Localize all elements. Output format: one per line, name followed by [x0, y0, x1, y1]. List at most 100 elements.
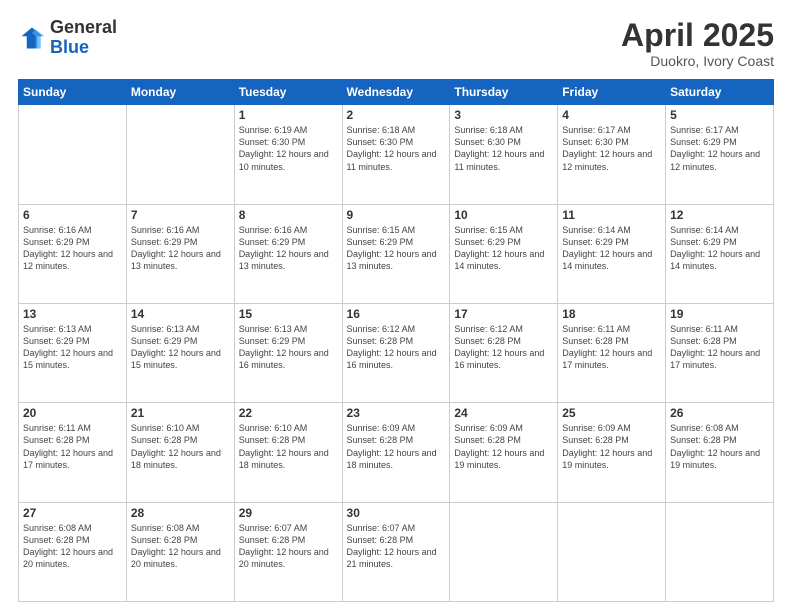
day-number: 22 [239, 406, 338, 420]
logo: General Blue [18, 18, 117, 58]
calendar-cell: 13Sunrise: 6:13 AMSunset: 6:29 PMDayligh… [19, 303, 127, 402]
day-info: Sunrise: 6:19 AMSunset: 6:30 PMDaylight:… [239, 124, 338, 173]
day-number: 5 [670, 108, 769, 122]
day-info: Sunrise: 6:16 AMSunset: 6:29 PMDaylight:… [239, 224, 338, 273]
calendar-cell: 6 Sunrise: 6:16 AMSunset: 6:29 PMDaylight… [19, 204, 127, 303]
day-number: 14 [131, 307, 230, 321]
calendar-cell: 22 Sunrise: 6:10 AMSunset: 6:28 PMDayligh… [234, 403, 342, 502]
calendar-cell: 3 Sunrise: 6:18 AMSunset: 6:30 PMDaylight… [450, 105, 558, 204]
day-info: Sunrise: 6:15 AMSunset: 6:29 PMDaylight:… [454, 224, 553, 273]
day-info: Sunrise: 6:10 AMSunset: 6:28 PMDaylight:… [131, 422, 230, 471]
day-info: Sunrise: 6:07 AMSunset: 6:28 PMDaylight:… [239, 522, 338, 571]
day-info: Sunrise: 6:09 AMSunset: 6:28 PMDaylight:… [562, 422, 661, 471]
calendar-cell: 29Sunrise: 6:07 AMSunset: 6:28 PMDayligh… [234, 502, 342, 601]
calendar-cell: 18 Sunrise: 6:11 AMSunset: 6:28 PMDayligh… [558, 303, 666, 402]
day-info: Sunrise: 6:17 AMSunset: 6:30 PMDaylight:… [562, 124, 661, 173]
day-number: 9 [347, 208, 446, 222]
logo-text: General Blue [50, 18, 117, 58]
day-number: 25 [562, 406, 661, 420]
calendar-cell: 11 Sunrise: 6:14 AMSunset: 6:29 PMDayligh… [558, 204, 666, 303]
day-header-wednesday: Wednesday [342, 80, 450, 105]
day-header-thursday: Thursday [450, 80, 558, 105]
day-number: 20 [23, 406, 122, 420]
week-row-5: 27 Sunrise: 6:08 AMSunset: 6:28 PMDayligh… [19, 502, 774, 601]
day-info: Sunrise: 6:14 AMSunset: 6:29 PMDaylight:… [562, 224, 661, 273]
calendar-cell: 27 Sunrise: 6:08 AMSunset: 6:28 PMDayligh… [19, 502, 127, 601]
calendar-cell: 7Sunrise: 6:16 AMSunset: 6:29 PMDaylight… [126, 204, 234, 303]
calendar-cell [666, 502, 774, 601]
day-number: 4 [562, 108, 661, 122]
calendar-cell: 17Sunrise: 6:12 AMSunset: 6:28 PMDayligh… [450, 303, 558, 402]
day-info: Sunrise: 6:08 AMSunset: 6:28 PMDaylight:… [670, 422, 769, 471]
day-number: 10 [454, 208, 553, 222]
logo-icon [18, 24, 46, 52]
day-number: 16 [347, 307, 446, 321]
day-number: 6 [23, 208, 122, 222]
calendar-cell [450, 502, 558, 601]
calendar-cell: 9 Sunrise: 6:15 AMSunset: 6:29 PMDaylight… [342, 204, 450, 303]
calendar-cell: 21 Sunrise: 6:10 AMSunset: 6:28 PMDayligh… [126, 403, 234, 502]
day-number: 17 [454, 307, 553, 321]
day-info: Sunrise: 6:11 AMSunset: 6:28 PMDaylight:… [670, 323, 769, 372]
logo-general: General [50, 18, 117, 38]
day-header-saturday: Saturday [666, 80, 774, 105]
calendar-cell: 12 Sunrise: 6:14 AMSunset: 6:29 PMDayligh… [666, 204, 774, 303]
logo-blue: Blue [50, 38, 117, 58]
day-info: Sunrise: 6:09 AMSunset: 6:28 PMDaylight:… [347, 422, 446, 471]
day-info: Sunrise: 6:07 AMSunset: 6:28 PMDaylight:… [347, 522, 446, 571]
week-row-4: 20 Sunrise: 6:11 AMSunset: 6:28 PMDayligh… [19, 403, 774, 502]
day-number: 30 [347, 506, 446, 520]
day-number: 13 [23, 307, 122, 321]
calendar-cell [558, 502, 666, 601]
week-row-3: 13 Sunrise: 6:13 AMSunset: 6:29 PMDayligh… [19, 303, 774, 402]
calendar-cell [19, 105, 127, 204]
calendar-cell: 15Sunrise: 6:13 AMSunset: 6:29 PMDayligh… [234, 303, 342, 402]
calendar-cell [126, 105, 234, 204]
day-number: 27 [23, 506, 122, 520]
calendar-cell: 4 Sunrise: 6:17 AMSunset: 6:30 PMDaylight… [558, 105, 666, 204]
day-info: Sunrise: 6:12 AMSunset: 6:28 PMDaylight:… [347, 323, 446, 372]
day-header-sunday: Sunday [19, 80, 127, 105]
day-number: 24 [454, 406, 553, 420]
calendar-cell: 30 Sunrise: 6:07 AMSunset: 6:28 PMDayligh… [342, 502, 450, 601]
calendar-cell: 1 Sunrise: 6:19 AMSunset: 6:30 PMDaylight… [234, 105, 342, 204]
day-info: Sunrise: 6:18 AMSunset: 6:30 PMDaylight:… [347, 124, 446, 173]
week-row-2: 6 Sunrise: 6:16 AMSunset: 6:29 PMDaylight… [19, 204, 774, 303]
day-info: Sunrise: 6:15 AMSunset: 6:29 PMDaylight:… [347, 224, 446, 273]
day-info: Sunrise: 6:11 AMSunset: 6:28 PMDaylight:… [23, 422, 122, 471]
calendar-cell: 19Sunrise: 6:11 AMSunset: 6:28 PMDayligh… [666, 303, 774, 402]
location: Duokro, Ivory Coast [621, 53, 774, 69]
day-number: 7 [131, 208, 230, 222]
day-info: Sunrise: 6:11 AMSunset: 6:28 PMDaylight:… [562, 323, 661, 372]
day-number: 3 [454, 108, 553, 122]
day-number: 15 [239, 307, 338, 321]
day-number: 8 [239, 208, 338, 222]
day-header-monday: Monday [126, 80, 234, 105]
calendar-cell: 5Sunrise: 6:17 AMSunset: 6:29 PMDaylight… [666, 105, 774, 204]
day-info: Sunrise: 6:08 AMSunset: 6:28 PMDaylight:… [131, 522, 230, 571]
day-header-tuesday: Tuesday [234, 80, 342, 105]
calendar-cell: 28Sunrise: 6:08 AMSunset: 6:28 PMDayligh… [126, 502, 234, 601]
month-title: April 2025 [621, 18, 774, 53]
calendar-cell: 26Sunrise: 6:08 AMSunset: 6:28 PMDayligh… [666, 403, 774, 502]
day-info: Sunrise: 6:18 AMSunset: 6:30 PMDaylight:… [454, 124, 553, 173]
calendar-cell: 25 Sunrise: 6:09 AMSunset: 6:28 PMDayligh… [558, 403, 666, 502]
day-info: Sunrise: 6:16 AMSunset: 6:29 PMDaylight:… [23, 224, 122, 273]
day-number: 12 [670, 208, 769, 222]
day-number: 2 [347, 108, 446, 122]
day-number: 1 [239, 108, 338, 122]
calendar: SundayMondayTuesdayWednesdayThursdayFrid… [18, 79, 774, 602]
day-header-friday: Friday [558, 80, 666, 105]
day-info: Sunrise: 6:14 AMSunset: 6:29 PMDaylight:… [670, 224, 769, 273]
day-info: Sunrise: 6:08 AMSunset: 6:28 PMDaylight:… [23, 522, 122, 571]
week-row-1: 1 Sunrise: 6:19 AMSunset: 6:30 PMDaylight… [19, 105, 774, 204]
day-info: Sunrise: 6:09 AMSunset: 6:28 PMDaylight:… [454, 422, 553, 471]
day-info: Sunrise: 6:10 AMSunset: 6:28 PMDaylight:… [239, 422, 338, 471]
day-info: Sunrise: 6:13 AMSunset: 6:29 PMDaylight:… [131, 323, 230, 372]
day-number: 11 [562, 208, 661, 222]
calendar-cell: 23 Sunrise: 6:09 AMSunset: 6:28 PMDayligh… [342, 403, 450, 502]
header: General Blue April 2025 Duokro, Ivory Co… [18, 18, 774, 69]
day-number: 21 [131, 406, 230, 420]
day-number: 18 [562, 307, 661, 321]
day-number: 23 [347, 406, 446, 420]
